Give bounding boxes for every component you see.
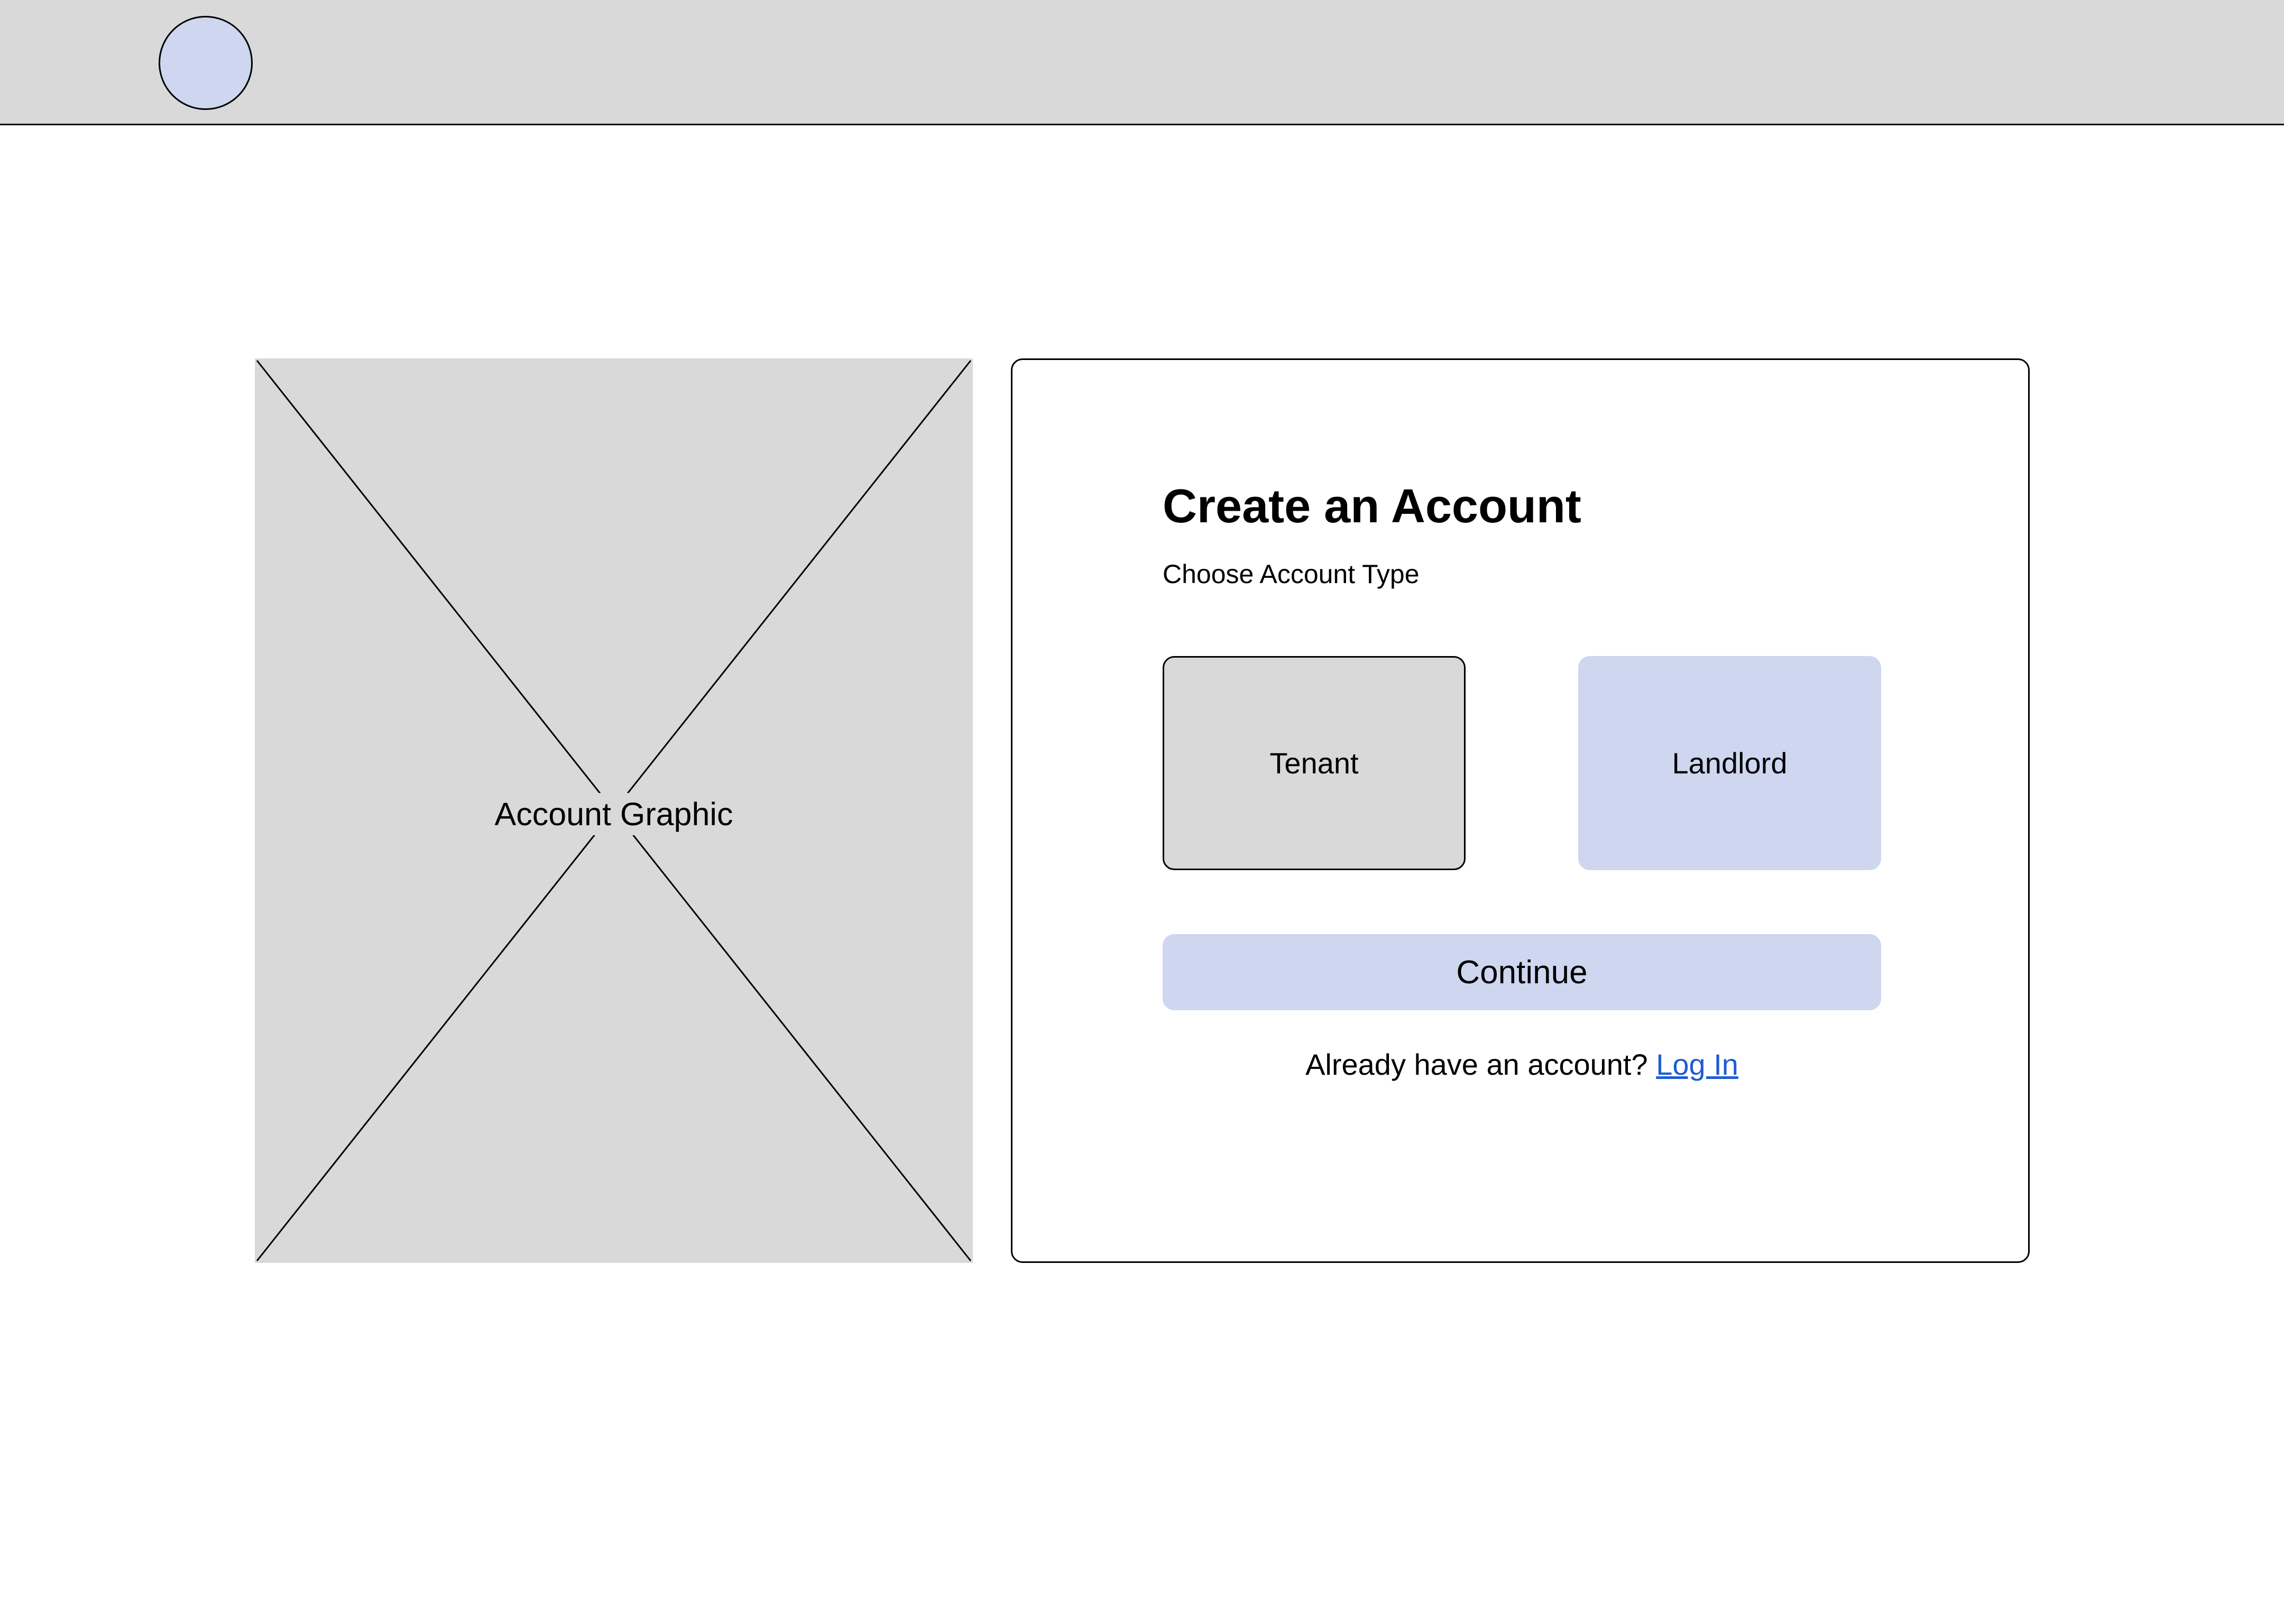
page: Account Graphic Create an Account Choose… bbox=[0, 0, 2284, 1624]
login-prompt-row: Already have an account? Log In bbox=[1163, 1046, 1881, 1084]
tenant-button[interactable]: Tenant bbox=[1163, 656, 1466, 870]
login-link[interactable]: Log In bbox=[1656, 1048, 1738, 1081]
account-graphic-placeholder: Account Graphic bbox=[255, 358, 973, 1263]
login-prompt-text: Already have an account? bbox=[1305, 1048, 1648, 1081]
continue-button[interactable]: Continue bbox=[1163, 934, 1881, 1010]
top-bar bbox=[0, 0, 2284, 125]
graphic-label: Account Graphic bbox=[481, 792, 747, 835]
page-title: Create an Account bbox=[1163, 480, 1581, 533]
account-type-subtitle: Choose Account Type bbox=[1163, 559, 1420, 589]
signup-card: Create an Account Choose Account Type Te… bbox=[1011, 358, 2030, 1263]
avatar[interactable] bbox=[159, 16, 253, 110]
landlord-button[interactable]: Landlord bbox=[1578, 656, 1881, 870]
